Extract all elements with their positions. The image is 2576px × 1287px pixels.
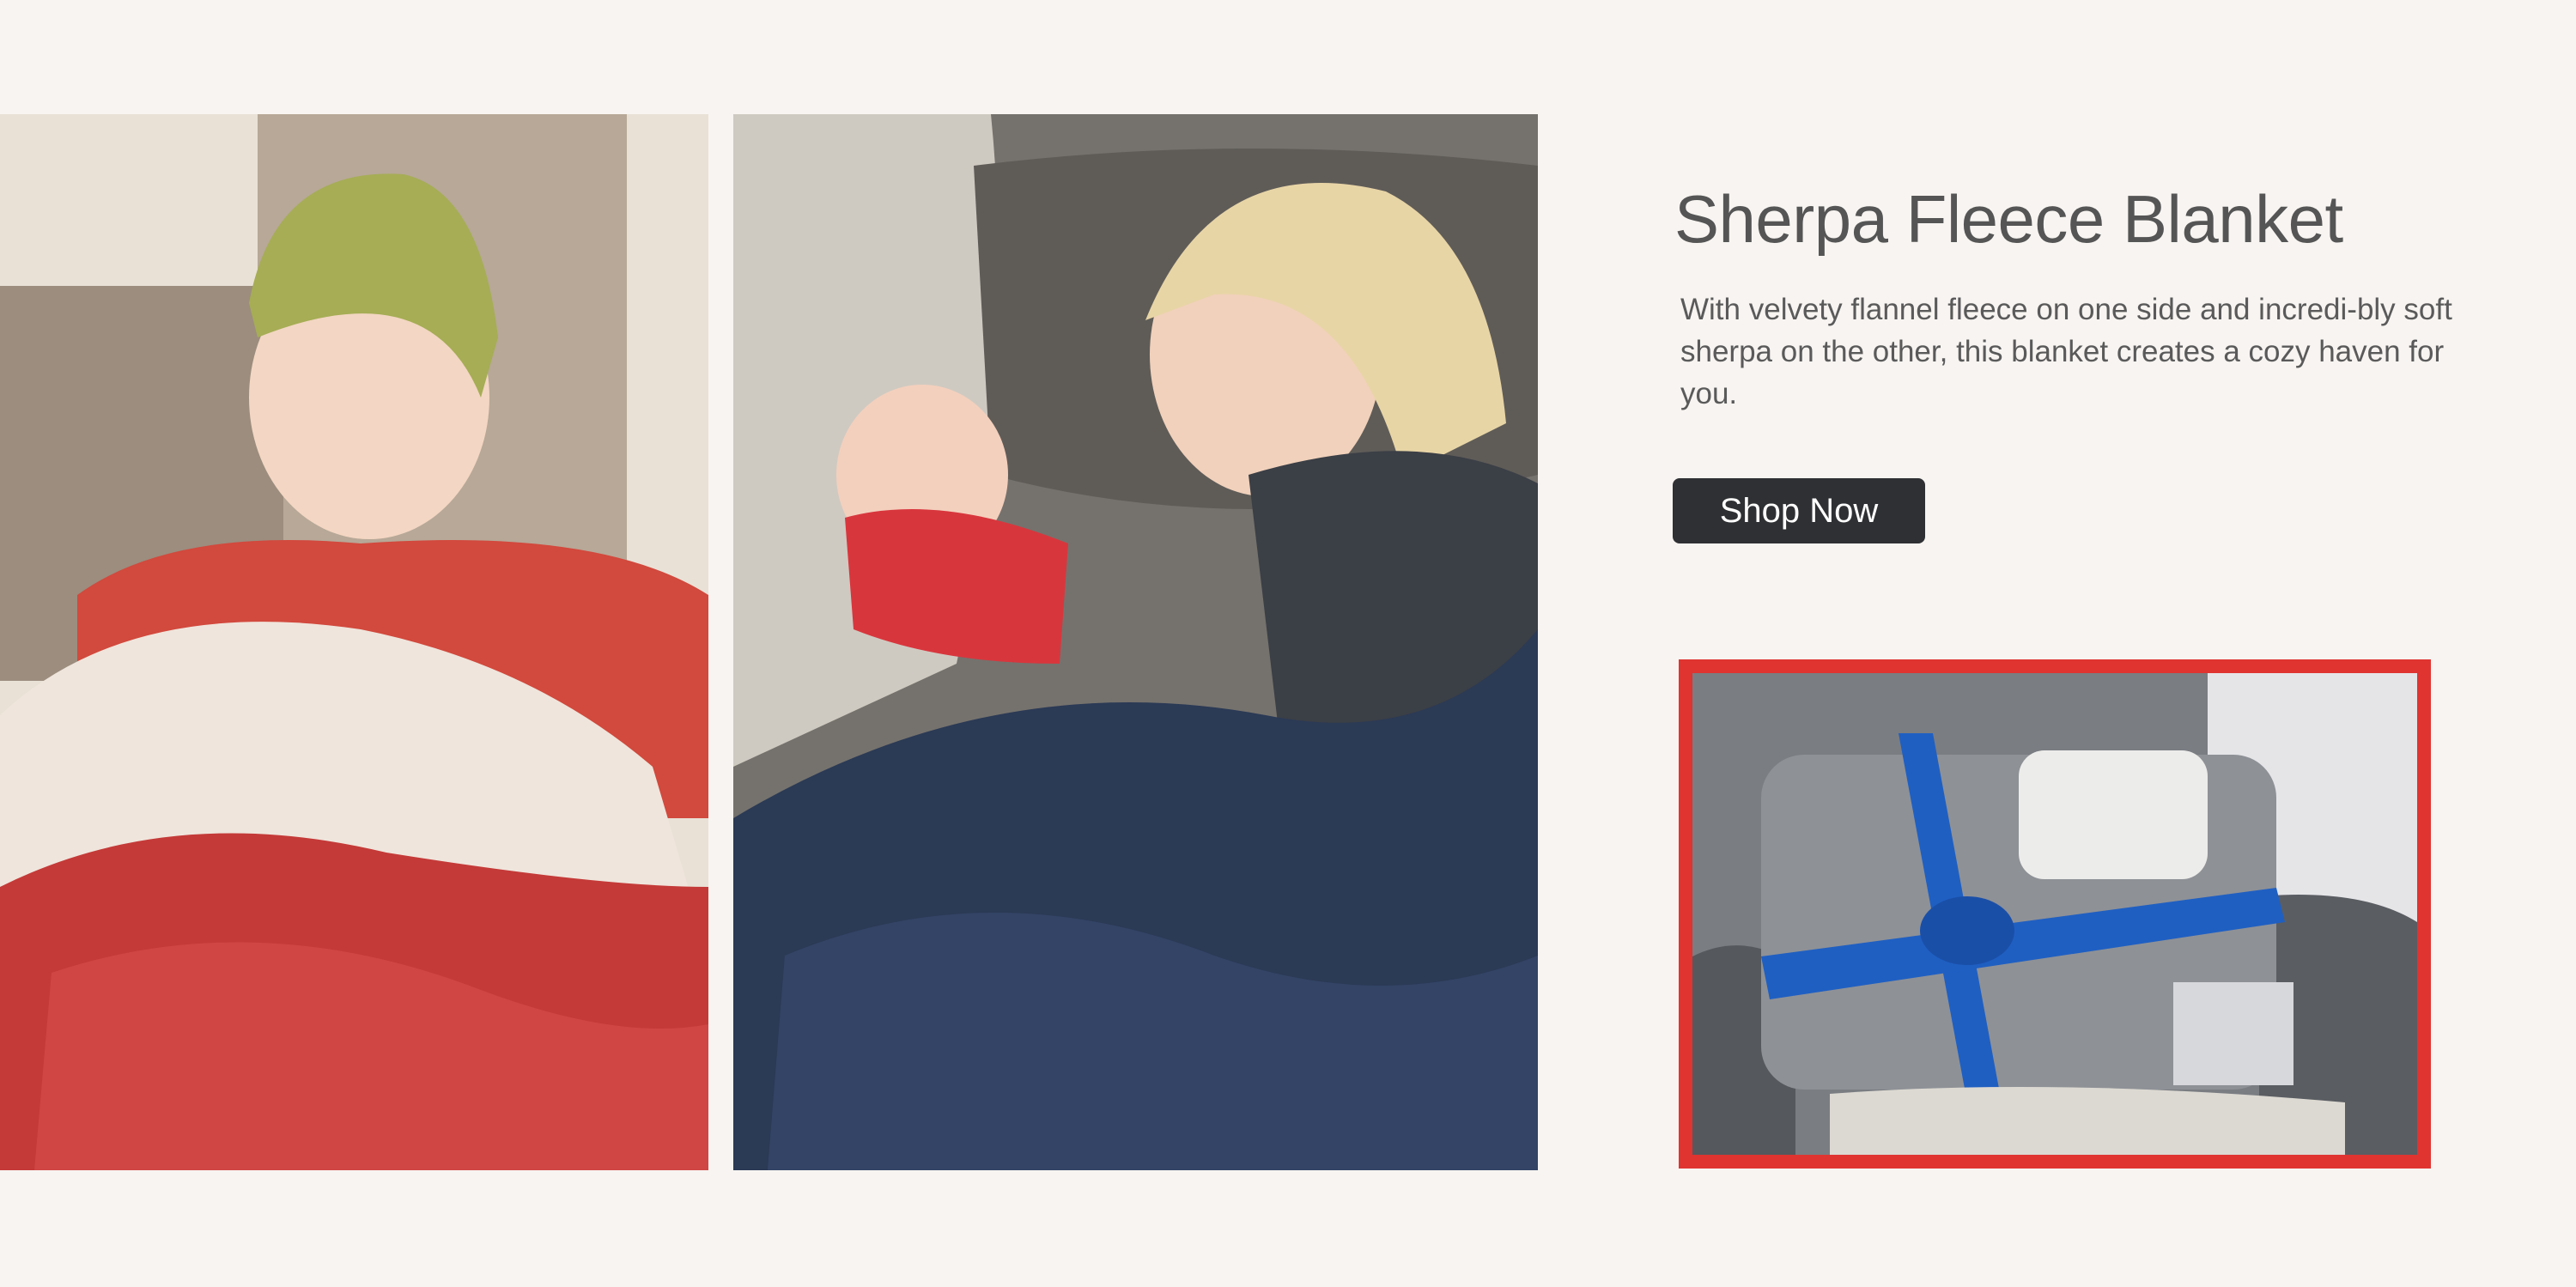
mother-baby-photo-illustration bbox=[733, 114, 1538, 1170]
page-title: Sherpa Fleece Blanket bbox=[1674, 181, 2343, 257]
product-image-frame[interactable] bbox=[1679, 659, 2431, 1169]
lifestyle-photo-mother-baby bbox=[733, 114, 1538, 1170]
shop-now-button[interactable]: Shop Now bbox=[1673, 478, 1925, 543]
toddler-photo-illustration bbox=[0, 114, 708, 1170]
product-description: With velvety flannel fleece on one side … bbox=[1680, 293, 2452, 410]
product-photo-illustration bbox=[1692, 673, 2417, 1155]
lifestyle-photo-toddler bbox=[0, 114, 708, 1170]
